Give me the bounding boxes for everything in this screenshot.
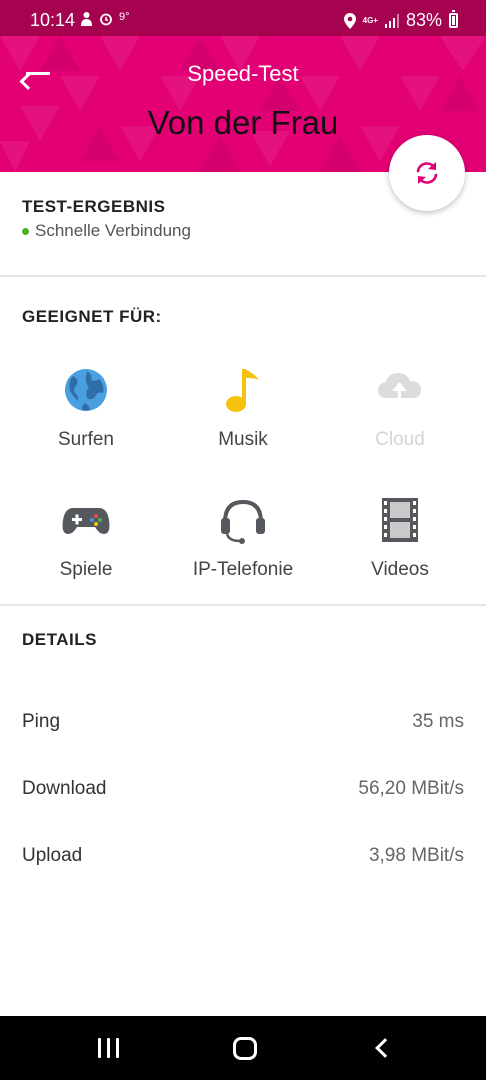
back-nav-icon[interactable] (375, 1038, 395, 1058)
result-heading: TEST-ERGEBNIS (22, 197, 166, 216)
battery-percent: 83% (405, 10, 442, 30)
result-status: Schnelle Verbindung (22, 221, 191, 241)
system-nav-bar (0, 1016, 486, 1080)
gamepad-icon (62, 508, 110, 534)
download-value: 56,20 MBit/s (358, 778, 464, 799)
divider (0, 604, 486, 606)
result-status-text: Schnelle Verbindung (35, 221, 191, 240)
page-title: Speed-Test (187, 61, 299, 86)
status-bar: 10:14 9° 4G+ 83% (0, 0, 486, 36)
tile-label: IP-Telefonie (192, 559, 294, 580)
refresh-icon (416, 162, 438, 184)
suitable-surfen: Surfen (6, 365, 166, 451)
download-label: Download (22, 778, 107, 799)
suitable-videos: Videos (320, 495, 480, 581)
refresh-button[interactable] (389, 135, 465, 211)
upload-value: 3,98 MBit/s (368, 845, 464, 866)
tile-label: Musik (218, 429, 268, 450)
suitable-musik: Musik (163, 365, 323, 451)
cloud-upload-icon (378, 373, 421, 410)
ping-label: Ping (22, 711, 61, 732)
film-icon (382, 498, 418, 542)
tile-label: Spiele (59, 559, 113, 580)
tile-label: Surfen (58, 429, 114, 450)
location-icon (343, 12, 356, 29)
details-heading: DETAILS (22, 630, 97, 649)
alarm-icon (100, 13, 112, 26)
home-icon[interactable] (233, 1037, 257, 1060)
signal-icon (384, 13, 399, 28)
status-dot-icon (22, 227, 29, 235)
divider (0, 275, 486, 277)
upload-label: Upload (22, 845, 83, 866)
ping-value: 35 ms (412, 711, 464, 732)
tile-label: Videos (371, 559, 429, 580)
headset-icon (221, 499, 265, 544)
person-icon (81, 12, 92, 26)
status-temperature: 9° (119, 10, 130, 23)
globe-icon (65, 369, 107, 411)
tile-label: Cloud (375, 429, 425, 450)
network-type: 4G+ (362, 15, 378, 25)
music-note-icon (226, 369, 259, 412)
suitable-cloud: Cloud (320, 365, 480, 451)
status-time: 10:14 (30, 10, 76, 30)
recents-icon[interactable] (98, 1038, 122, 1058)
suitable-spiele: Spiele (6, 495, 166, 581)
suitable-heading: GEEIGNET FÜR: (22, 307, 162, 326)
suitable-ip-telefonie: IP-Telefonie (163, 495, 323, 581)
battery-icon (449, 10, 458, 28)
